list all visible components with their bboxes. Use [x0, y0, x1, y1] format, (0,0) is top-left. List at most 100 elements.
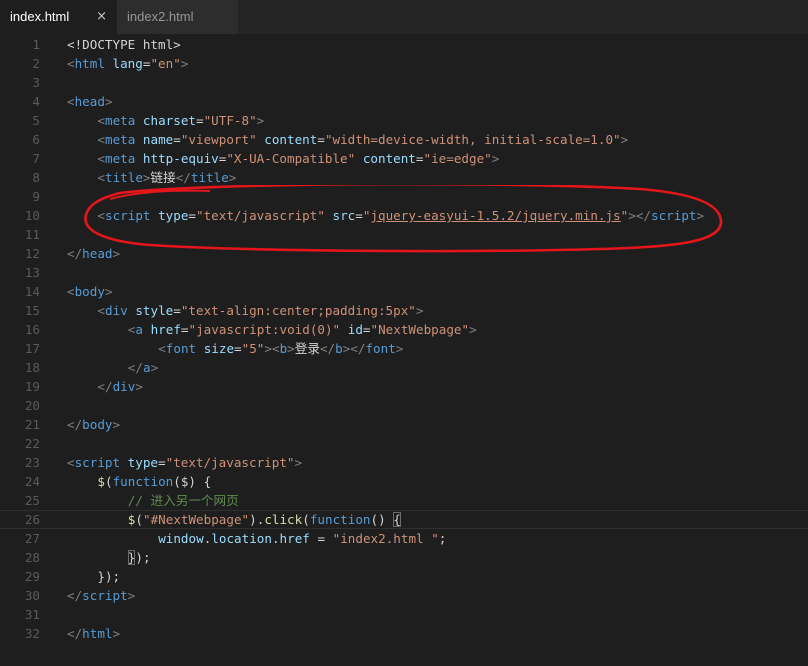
code-token: > — [142, 170, 151, 185]
line-number: 26 — [24, 512, 40, 527]
code-token: "X-UA-Compatible" — [226, 151, 356, 166]
code-token: </ — [97, 379, 113, 394]
code-text: </a> — [128, 358, 158, 377]
code-text: <font size="5"><b>登录</b></font> — [158, 339, 403, 358]
code-text: <meta charset="UTF-8"> — [97, 111, 264, 130]
code-token: "5" — [241, 341, 265, 356]
code-line[interactable]: 25 // 进入另一个网页 — [0, 491, 808, 510]
code-line[interactable]: 5 <meta charset="UTF-8"> — [0, 111, 808, 130]
code-token: = — [188, 208, 196, 223]
code-token: = — [158, 455, 166, 470]
code-token: = — [196, 113, 204, 128]
tab-label: index.html — [10, 9, 70, 24]
code-token: > — [135, 379, 143, 394]
code-line[interactable]: 22 — [0, 434, 808, 453]
code-token: > — [287, 341, 295, 356]
code-line[interactable]: 13 — [0, 263, 808, 282]
code-line[interactable]: 15 <div style="text-align:center;padding:… — [0, 301, 808, 320]
code-token: "ie=edge" — [423, 151, 492, 166]
code-token: "#NextWebpage" — [142, 512, 250, 527]
code-token: a — [135, 322, 143, 337]
code-token: < — [97, 132, 105, 147]
code-token: < — [67, 94, 75, 109]
line-number: 27 — [24, 531, 40, 546]
code-line[interactable]: 7 <meta http-equiv = "X-UA-Compatible" cont… — [0, 149, 808, 168]
code-line[interactable]: 3 — [0, 73, 808, 92]
line-number: 24 — [24, 474, 40, 489]
code-line[interactable]: 28}); — [0, 548, 808, 567]
code-token: < — [67, 455, 75, 470]
code-line[interactable]: 6 <meta name="viewport" content="width=de… — [0, 130, 808, 149]
code-token: > — [395, 341, 404, 356]
code-line[interactable]: 21 </body> — [0, 415, 808, 434]
code-text: <meta http-equiv = "X-UA-Compatible" conte… — [97, 149, 499, 168]
code-line[interactable]: 26 $("#NextWebpage").click(function() { — [0, 510, 808, 529]
code-line[interactable]: 17 <font size="5"><b>登录</b></font> — [0, 339, 808, 358]
code-token: </ — [319, 341, 336, 356]
code-token: script — [651, 208, 697, 223]
code-token: html — [74, 56, 105, 71]
code-line[interactable]: 23 <script type="text/javascript"> — [0, 453, 808, 472]
code-token: href — [142, 322, 181, 337]
code-text: </div> — [97, 377, 143, 396]
code-text: <meta name="viewport" content="width=dev… — [97, 130, 628, 149]
code-editor[interactable]: 1 <!DOCTYPE html> 2 <html lang="en"> 3 4 <head… — [0, 34, 808, 666]
code-token: > — [150, 360, 159, 375]
code-token: id — [340, 322, 363, 337]
code-text: </body> — [67, 415, 120, 434]
code-line[interactable]: 18 </a> — [0, 358, 808, 377]
code-token: < — [158, 341, 166, 356]
code-text: <div style="text-align:center;padding:5p… — [97, 301, 423, 320]
tab-bar: index.html × index2.html — [0, 0, 808, 34]
code-text: <script type="text/javascript" src="jque… — [97, 206, 704, 225]
close-icon[interactable]: × — [96, 0, 107, 34]
code-token: >< — [264, 341, 280, 356]
code-text: <script type="text/javascript"> — [67, 453, 302, 472]
code-token: > — [112, 246, 121, 261]
code-line[interactable]: 30 </script> — [0, 586, 808, 605]
code-line[interactable]: 8 <title>链接</title> — [0, 168, 808, 187]
code-line[interactable]: 31 — [0, 605, 808, 624]
code-line[interactable]: 12 </head> — [0, 244, 808, 263]
code-token: > — [294, 455, 303, 470]
code-token: = — [317, 132, 325, 147]
code-line[interactable]: 29}); — [0, 567, 808, 586]
line-number: 13 — [24, 265, 40, 280]
code-token: > — [620, 132, 629, 147]
code-token: size — [196, 341, 235, 356]
code-text: </script> — [67, 586, 135, 605]
code-line[interactable]: 10 <script type="text/javascript" src="jq… — [0, 206, 808, 225]
code-token: () — [370, 512, 394, 527]
line-number: 8 — [32, 170, 40, 185]
code-token: <!DOCTYPE html> — [67, 37, 181, 52]
code-line[interactable]: 2 <html lang="en"> — [0, 54, 808, 73]
code-token: script — [82, 588, 128, 603]
code-line[interactable]: 9 — [0, 187, 808, 206]
code-token: "index2.html " — [332, 531, 439, 546]
code-line[interactable]: 19 </div> — [0, 377, 808, 396]
tab-index2-html[interactable]: index2.html — [117, 0, 238, 34]
code-line[interactable]: 24 $(function($) { — [0, 472, 808, 491]
code-token: </ — [67, 626, 83, 641]
code-token: </ — [127, 360, 143, 375]
code-token: click — [264, 512, 303, 527]
code-token: meta — [104, 151, 136, 166]
code-line[interactable]: 16 <a href="javascript:void(0)" id="NextW… — [0, 320, 808, 339]
code-line[interactable]: 1 <!DOCTYPE html> — [0, 35, 808, 54]
code-token: < — [97, 151, 105, 166]
code-line[interactable]: 11 — [0, 225, 808, 244]
code-token: body — [74, 284, 105, 299]
line-number: 31 — [24, 607, 40, 622]
code-line[interactable]: 20 — [0, 396, 808, 415]
code-token: // 进入另一个网页 — [127, 493, 239, 508]
code-token: head — [82, 246, 113, 261]
code-text: <html lang="en"> — [67, 54, 188, 73]
code-text: // 进入另一个网页 — [128, 491, 239, 510]
code-line[interactable]: 27 window.location.href = "index2.html "; — [0, 529, 808, 548]
code-line[interactable]: 32 </html> — [0, 624, 808, 643]
code-line[interactable]: 14 <body> — [0, 282, 808, 301]
line-number: 23 — [24, 455, 40, 470]
tab-index-html[interactable]: index.html × — [0, 0, 117, 34]
code-line[interactable]: 4 <head> — [0, 92, 808, 111]
code-token: content — [256, 132, 318, 147]
